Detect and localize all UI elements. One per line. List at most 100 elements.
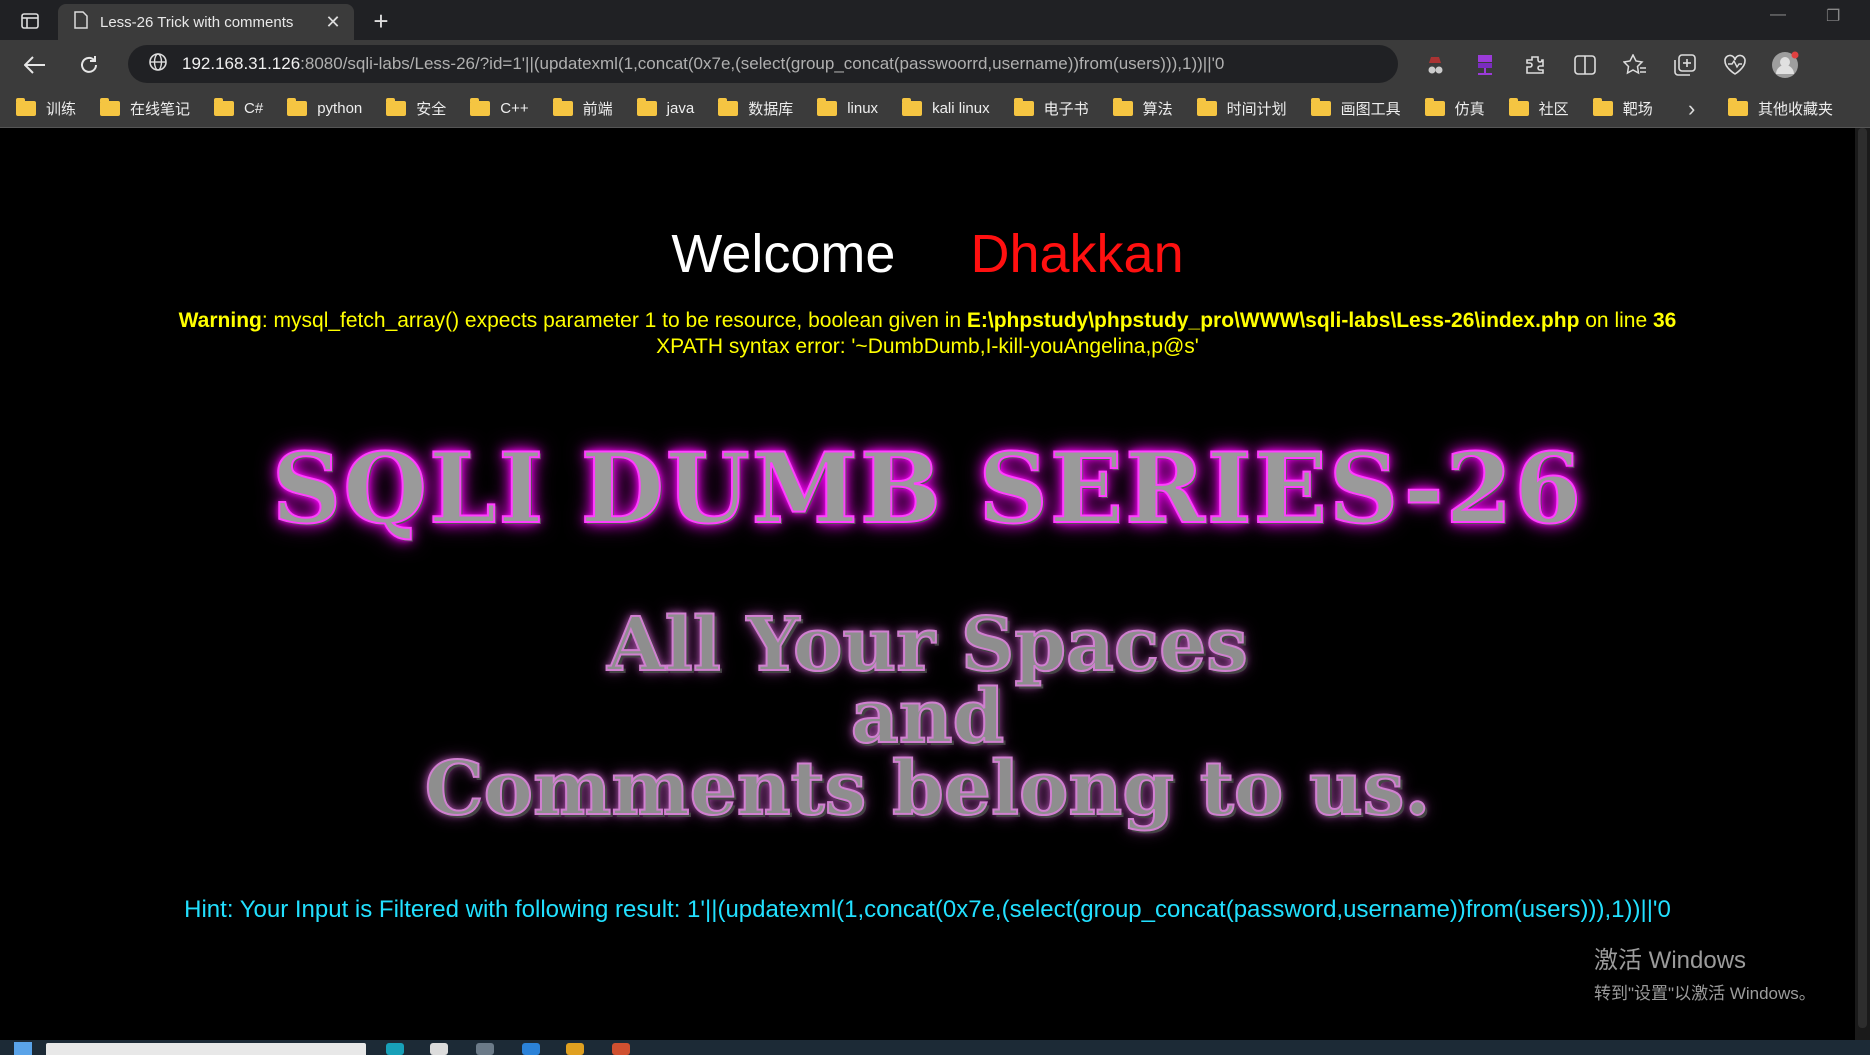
browser-essentials-icon[interactable] (1720, 50, 1750, 80)
page-icon (74, 11, 88, 33)
bookmark-folder[interactable]: 仿真 (1424, 97, 1485, 119)
favorites-icon[interactable] (1620, 50, 1650, 80)
bookmark-label: java (666, 99, 695, 117)
bookmark-folder[interactable]: 画图工具 (1310, 97, 1401, 119)
bookmark-folder[interactable]: 在线笔记 (100, 97, 191, 119)
welcome-name: Dhakkan (970, 224, 1184, 284)
profile-avatar-icon[interactable] (1770, 50, 1800, 80)
folder-icon (636, 97, 657, 116)
bookmark-label: 电子书 (1043, 100, 1089, 118)
xpath-error: XPATH syntax error: '~DumbDumb,I-kill-yo… (656, 335, 1199, 358)
bookmark-folder[interactable]: 安全 (386, 97, 447, 119)
bookmark-label: 数据库 (748, 100, 794, 118)
folder-icon (552, 97, 573, 116)
folder-icon (287, 97, 308, 116)
folder-icon (1728, 97, 1748, 116)
bookmark-label: 安全 (416, 100, 447, 118)
bookmark-label: C# (244, 99, 264, 117)
url-path: :8080/sqli-labs/Less-26/?id=1'||(updatex… (300, 54, 1225, 73)
bookmark-label: linux (847, 99, 879, 117)
bookmark-folder[interactable]: linux (817, 97, 879, 117)
minimize-icon[interactable]: — (1770, 6, 1786, 24)
start-icon[interactable] (14, 1042, 32, 1055)
bookmark-label: 画图工具 (1340, 100, 1401, 118)
extension-spy-icon[interactable] (1420, 50, 1450, 80)
site-info-icon[interactable] (148, 52, 168, 77)
more-bookmarks-icon[interactable]: › (1688, 96, 1695, 122)
bookmark-folder[interactable]: C# (214, 97, 264, 117)
bookmark-folder[interactable]: 社区 (1508, 97, 1569, 119)
warning-on-line: on line (1579, 309, 1653, 332)
folder-icon (1196, 97, 1217, 116)
extensions-icon[interactable] (1520, 50, 1550, 80)
bookmark-folder[interactable]: 前端 (552, 97, 613, 119)
bookmark-folder[interactable]: 数据库 (718, 97, 794, 119)
bookmark-list: 训练 在线笔记 C# python 安全 C++ 前端 java 数据库 linux kali li… (16, 88, 1677, 128)
bookmark-label: kali linux (932, 99, 990, 117)
other-bookmarks-folder[interactable]: 其他收藏夹 (1728, 88, 1833, 128)
warning-line: Warning: mysql_fetch_array() expects par… (0, 308, 1855, 334)
bookmark-label: 时间计划 (1226, 100, 1287, 118)
address-bar[interactable]: 192.168.31.126:8080/sqli-labs/Less-26/?i… (128, 45, 1398, 83)
welcome-text: Welcome (671, 224, 896, 284)
new-tab-icon[interactable]: + (366, 6, 396, 36)
toolbar-icons (1420, 50, 1820, 80)
folder-icon (1424, 97, 1445, 116)
folder-icon (1592, 97, 1613, 116)
taskbar-app-icon[interactable] (566, 1043, 584, 1055)
refresh-icon[interactable] (74, 50, 104, 80)
watermark-title: 激活 Windows (1594, 947, 1747, 974)
welcome-heading: Welcome Dhakkan (0, 222, 1855, 286)
folder-icon (1013, 97, 1034, 116)
split-screen-icon[interactable] (1570, 50, 1600, 80)
bookmark-folder[interactable]: 训练 (16, 97, 77, 119)
bookmark-folder[interactable]: 靶场 (1592, 97, 1653, 119)
bookmark-folder[interactable]: C++ (470, 97, 529, 117)
page-content: Welcome Dhakkan Warning: mysql_fetch_arr… (0, 128, 1855, 1040)
bookmark-label: 靶场 (1622, 100, 1653, 118)
back-icon[interactable] (20, 50, 50, 80)
php-warning: Warning: mysql_fetch_array() expects par… (0, 308, 1855, 360)
folder-icon (817, 97, 838, 116)
watermark-subtitle: 转到"设置"以激活 Windows。 (1594, 984, 1816, 1003)
bookmark-label: 训练 (46, 100, 77, 118)
folder-icon (100, 97, 121, 116)
bookmark-label: 在线笔记 (130, 100, 191, 118)
bookmarks-bar: 训练 在线笔记 C# python 安全 C++ 前端 java 数据库 linux kali li… (0, 88, 1870, 128)
taskbar-app-icon[interactable] (522, 1043, 540, 1055)
collections-icon[interactable] (1670, 50, 1700, 80)
folder-icon (16, 97, 36, 116)
tab-actions-icon[interactable] (10, 8, 50, 34)
vertical-scrollbar[interactable] (1855, 128, 1870, 1040)
bookmark-folder[interactable]: 时间计划 (1196, 97, 1287, 119)
folder-icon (214, 97, 235, 116)
tab-close-icon[interactable]: ✕ (322, 11, 344, 33)
restore-icon[interactable]: ❐ (1826, 6, 1840, 26)
tab-title: Less-26 Trick with comments (100, 13, 294, 31)
taskbar-app-icon[interactable] (612, 1043, 630, 1055)
url-host: 192.168.31.126 (182, 54, 301, 73)
bookmark-folder[interactable]: 电子书 (1013, 97, 1089, 119)
bookmark-folder[interactable]: java (636, 97, 695, 117)
bookmark-folder[interactable]: python (287, 97, 362, 117)
filter-hint: Hint: Your Input is Filtered with follow… (184, 896, 1671, 923)
tab-strip: Less-26 Trick with comments ✕ + — ❐ (0, 0, 1870, 40)
folder-icon (470, 97, 491, 116)
bookmark-label: 算法 (1142, 100, 1173, 118)
bookmark-folder[interactable]: kali linux (902, 97, 990, 117)
bookmark-label: 社区 (1538, 100, 1569, 118)
url-text[interactable]: 192.168.31.126:8080/sqli-labs/Less-26/?i… (182, 54, 1224, 74)
scrollbar-thumb[interactable] (1858, 128, 1867, 1028)
taskbar-app-icon[interactable] (386, 1043, 404, 1055)
tab-active[interactable]: Less-26 Trick with comments ✕ (58, 4, 354, 40)
warning-text: : mysql_fetch_array() expects parameter … (261, 309, 967, 332)
bookmark-folder[interactable]: 算法 (1112, 97, 1173, 119)
taskbar-search-box[interactable] (46, 1043, 366, 1055)
windows-activation-watermark: 激活 Windows 转到"设置"以激活 Windows。 (1594, 940, 1816, 1004)
taskbar-app-icon[interactable] (476, 1043, 494, 1055)
taskbar-app-icon[interactable] (430, 1043, 448, 1055)
folder-icon (386, 97, 407, 116)
extension-network-icon[interactable] (1470, 50, 1500, 80)
folder-icon (902, 97, 923, 116)
other-bookmarks-label: 其他收藏夹 (1758, 100, 1834, 118)
